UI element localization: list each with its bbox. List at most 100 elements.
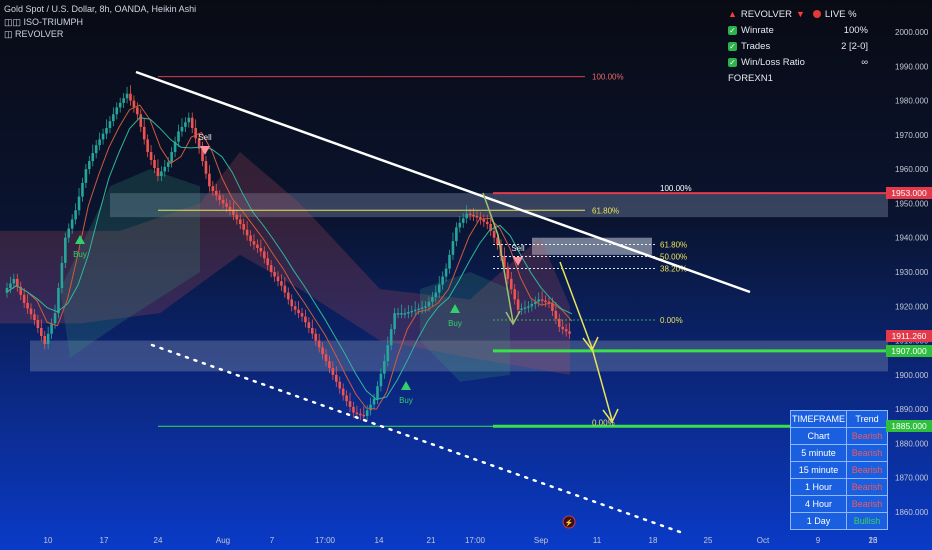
candle-body	[108, 121, 112, 128]
candle-body	[465, 213, 468, 219]
candle-body	[273, 272, 276, 277]
candle-body	[146, 139, 149, 152]
candle-body	[101, 133, 105, 140]
candle-body	[33, 314, 36, 320]
triangle-down-icon: ▼	[795, 9, 805, 19]
buy-label: Buy	[448, 319, 462, 328]
buy-signal-icon	[401, 381, 411, 390]
candle-body	[455, 227, 458, 242]
candle-body	[290, 299, 294, 307]
candle-body	[475, 216, 479, 218]
candle-body	[523, 307, 527, 309]
y-tick-label: 1920.000	[895, 302, 929, 311]
x-tick-label: 21	[427, 536, 436, 545]
candle-body	[115, 107, 119, 115]
indicator-revolver[interactable]: ◫ REVOLVER	[4, 29, 63, 40]
candle-body	[204, 161, 208, 174]
live-label: LIVE %	[824, 8, 857, 20]
buy-label: Buy	[73, 250, 87, 259]
candle-body	[338, 381, 342, 389]
level-label: 0.00%	[660, 316, 683, 325]
candle-body	[67, 228, 71, 238]
trendline-dotted	[150, 343, 682, 534]
candle-body	[266, 258, 270, 266]
candle-body	[362, 414, 366, 417]
candle-body	[554, 310, 558, 319]
candle-body	[283, 285, 287, 293]
candle-body	[122, 98, 125, 103]
candle-body	[9, 283, 12, 288]
check-icon: ✓	[728, 41, 737, 51]
zone-fib	[532, 237, 652, 255]
candle-body	[317, 340, 321, 348]
check-icon: ✓	[728, 25, 737, 35]
candle-body	[112, 114, 115, 122]
candle-body	[70, 219, 74, 229]
candle-body	[403, 313, 407, 315]
candle-body	[77, 196, 81, 211]
table-row: 5 minute Bearish	[790, 444, 888, 462]
trend-header: Trend	[846, 410, 888, 428]
buy-label: Buy	[399, 396, 413, 405]
level-label: 100.00%	[592, 73, 624, 82]
candle-body	[88, 161, 91, 170]
candle-body	[431, 297, 434, 302]
stat-row-winrate: ✓ Winrate 100%	[728, 24, 868, 36]
candle-body	[297, 309, 300, 314]
candle-body	[359, 413, 362, 416]
y-tick-label: 1860.000	[895, 508, 929, 517]
candle-body	[194, 128, 197, 139]
candle-body	[509, 278, 513, 290]
candle-body	[461, 218, 465, 223]
candle-body	[331, 368, 335, 375]
candle-body	[94, 145, 98, 154]
indicator-icon: ◫◫	[4, 17, 24, 27]
candle-body	[355, 412, 359, 415]
candle-body	[492, 230, 496, 238]
price-label: 1907.000	[886, 344, 932, 357]
candle-body	[177, 131, 180, 142]
candle-body	[276, 276, 280, 282]
x-tick-label: Sep	[534, 536, 549, 545]
indicator-iso-triumph[interactable]: ◫◫ ISO-TRIUMPH	[4, 17, 83, 28]
candle-body	[506, 267, 510, 279]
candle-body	[530, 304, 534, 307]
candle-body	[352, 406, 355, 413]
candle-body	[235, 214, 239, 220]
candle-body	[259, 248, 263, 252]
candle-body	[300, 313, 304, 317]
price-label: 1885.000	[886, 420, 932, 433]
x-tick-label: 23	[869, 536, 878, 545]
candle-body	[153, 160, 156, 168]
candle-body	[242, 224, 245, 230]
candle-body	[286, 292, 290, 300]
candle-body	[129, 93, 132, 101]
candle-body	[444, 268, 448, 277]
candle-body	[184, 122, 187, 127]
candle-body	[485, 221, 489, 224]
candle-body	[393, 313, 396, 330]
candle-body	[163, 166, 167, 172]
candle-body	[84, 169, 88, 183]
x-tick-label: 14	[375, 536, 384, 545]
candle-body	[537, 299, 540, 302]
level-label: 100.00%	[660, 184, 692, 193]
y-tick-label: 1940.000	[895, 234, 929, 243]
candle-body	[245, 229, 249, 236]
candle-body	[400, 313, 403, 315]
candle-body	[238, 219, 242, 224]
y-tick-label: 1930.000	[895, 268, 929, 277]
check-icon: ✓	[728, 57, 737, 67]
y-tick-label: 1980.000	[895, 97, 929, 106]
candle-body	[365, 410, 369, 416]
candle-body	[564, 329, 568, 332]
price-label: 1911.260	[886, 330, 932, 343]
x-tick-label: 24	[154, 536, 163, 545]
x-tick-label: 17:00	[465, 536, 486, 545]
candle-body	[379, 373, 383, 387]
level-label: 61.80%	[660, 241, 687, 250]
candle-body	[544, 300, 547, 303]
x-tick-label: 9	[816, 536, 821, 545]
sell-label: Sell	[198, 133, 212, 142]
candle-body	[280, 281, 283, 286]
